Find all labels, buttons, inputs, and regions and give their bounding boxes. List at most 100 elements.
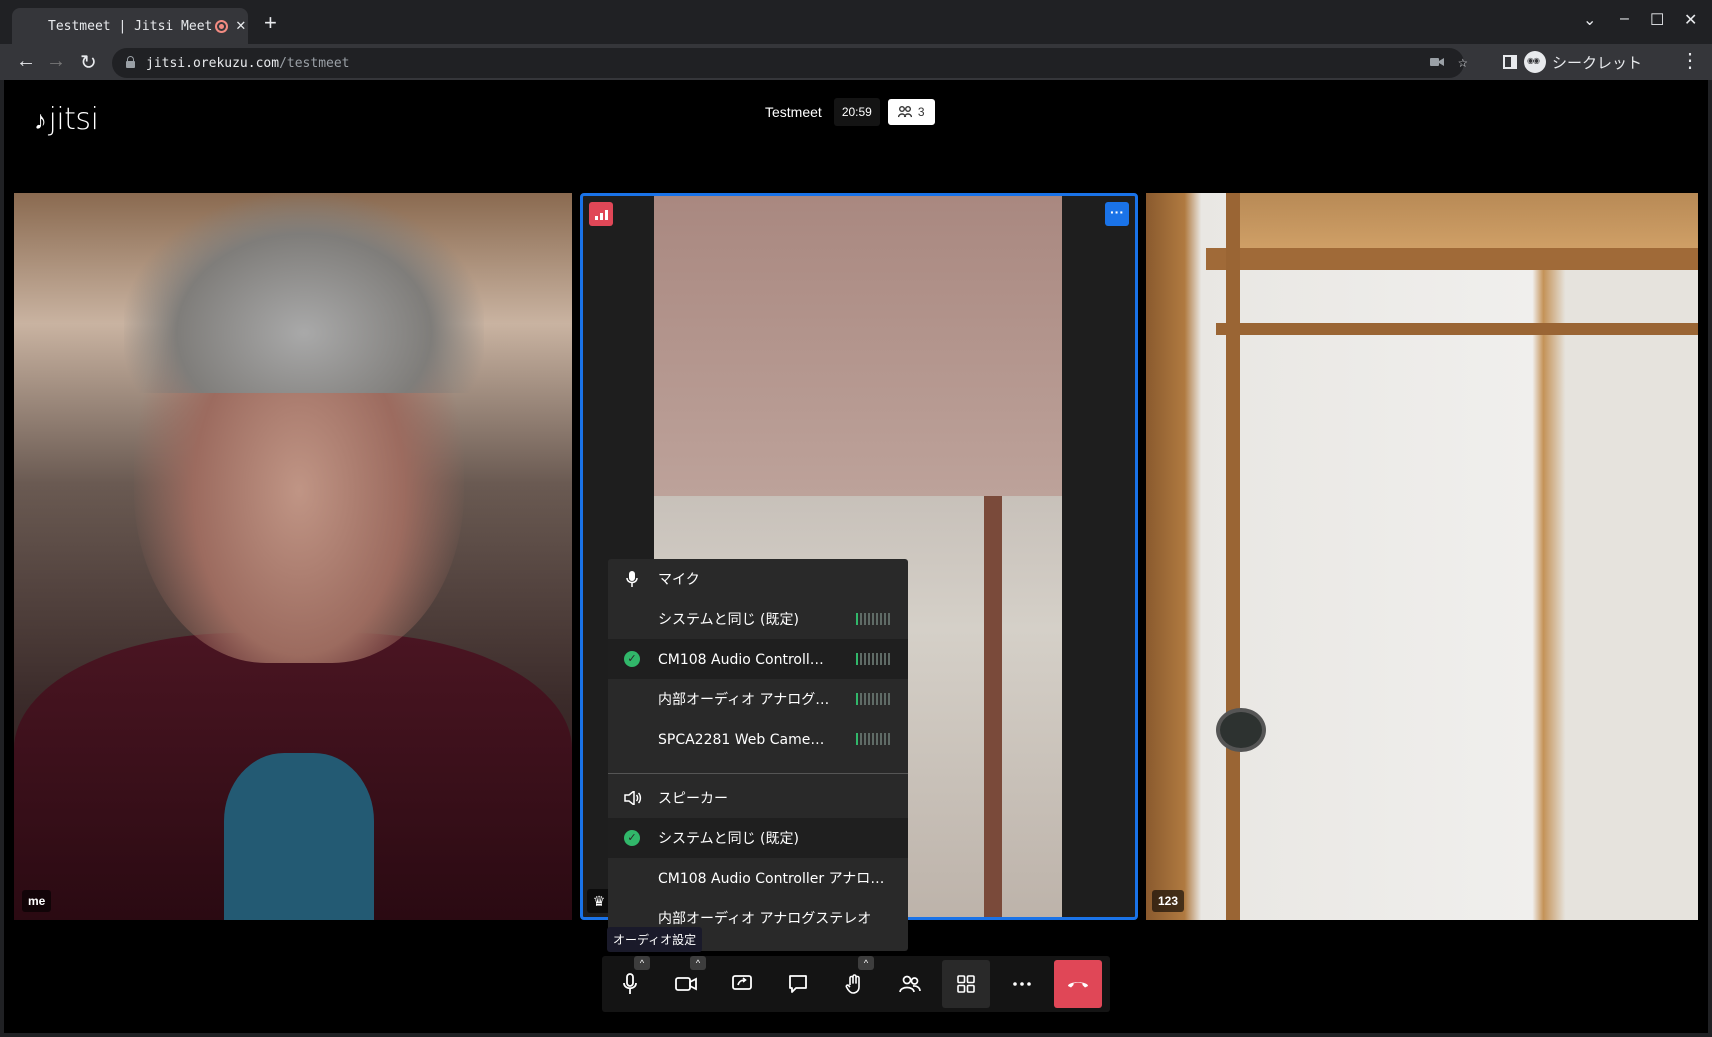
video-feed-ceiling bbox=[1226, 193, 1698, 248]
video-feed-post bbox=[1226, 193, 1240, 920]
audio-settings-tooltip: オーディオ設定 bbox=[607, 927, 703, 952]
back-button[interactable]: ← bbox=[16, 50, 36, 73]
more-actions-button[interactable] bbox=[998, 960, 1046, 1008]
reactions-caret-button[interactable]: ^ bbox=[858, 956, 874, 970]
video-feed-ceiling bbox=[654, 196, 1062, 496]
microphone-header-label: マイク bbox=[658, 572, 700, 588]
mic-device-item[interactable]: システムと同じ (既定) bbox=[608, 599, 908, 639]
selected-check-icon: ✓ bbox=[624, 830, 640, 846]
browser-tabbar: Testmeet | Jitsi Meet ✕ + ⌄ – ☐ ✕ bbox=[0, 0, 1712, 44]
speaker-device-name: CM108 Audio Controller アナログステレオ bbox=[658, 871, 898, 887]
participant-count: 3 bbox=[917, 105, 925, 119]
speaker-device-name: 内部オーディオ アナログステレオ bbox=[658, 911, 872, 927]
screen-share-button[interactable] bbox=[718, 960, 766, 1008]
chat-icon bbox=[789, 974, 807, 993]
close-window-button[interactable]: ✕ bbox=[1684, 10, 1697, 30]
speaker-icon bbox=[624, 791, 642, 805]
video-tile-local[interactable]: me bbox=[14, 193, 572, 920]
participant-count-badge[interactable]: 3 bbox=[887, 99, 935, 125]
tile-name-label: 123 bbox=[1152, 890, 1185, 912]
microphone-section-header: マイク bbox=[608, 559, 908, 599]
chat-button[interactable] bbox=[774, 960, 822, 1008]
incognito-badge[interactable]: シークレット bbox=[1524, 49, 1642, 75]
audio-level-meter bbox=[856, 613, 890, 625]
video-tile-remote[interactable]: 123 bbox=[1146, 193, 1698, 920]
video-feed-rail bbox=[1216, 323, 1698, 335]
tab-close-button[interactable]: ✕ bbox=[236, 15, 246, 34]
url-host: jitsi.orekuzu.com bbox=[146, 55, 280, 71]
browser-toolbar: ← → ↻ jitsi.orekuzu.com/testmeet ☆ シークレッ… bbox=[0, 44, 1712, 80]
mic-device-name: システムと同じ (既定) bbox=[658, 612, 799, 628]
tab-title: Testmeet | Jitsi Meet bbox=[48, 18, 213, 34]
logo-text: jitsi bbox=[48, 102, 99, 137]
video-feed-door-pull bbox=[1216, 708, 1266, 752]
selected-check-icon: ✓ bbox=[624, 651, 640, 667]
audio-settings-caret-button[interactable]: ^ bbox=[634, 956, 650, 970]
jitsi-logo-icon: ♪ bbox=[34, 106, 47, 136]
browser-tab[interactable]: Testmeet | Jitsi Meet ✕ bbox=[12, 8, 248, 44]
mic-device-item-selected[interactable]: ✓ CM108 Audio Controller アナログステレオ bbox=[608, 639, 908, 679]
meeting-subject: Testmeet bbox=[765, 104, 822, 120]
incognito-label: シークレット bbox=[1552, 53, 1643, 72]
participants-button[interactable] bbox=[886, 960, 934, 1008]
audio-level-meter bbox=[856, 693, 890, 705]
hangup-button[interactable] bbox=[1054, 960, 1102, 1008]
jitsi-logo[interactable]: ♪jitsi bbox=[34, 102, 99, 137]
meeting-toolbox: ^ ^ ^ bbox=[602, 956, 1110, 1012]
audio-settings-menu: マイク システムと同じ (既定) ✓ CM108 Audio Controlle… bbox=[608, 559, 908, 951]
audio-level-meter bbox=[856, 653, 890, 665]
url-path: /testmeet bbox=[279, 55, 350, 71]
video-feed-post bbox=[984, 496, 1002, 917]
tile-more-options-button[interactable]: ··· bbox=[1105, 202, 1129, 226]
screen-share-icon bbox=[732, 975, 752, 990]
bookmark-star-icon[interactable]: ☆ bbox=[1458, 52, 1468, 71]
jitsi-page: ♪jitsi Testmeet 20:59 3 me ··· ♛ 123 マイク… bbox=[4, 80, 1708, 1033]
conference-info: Testmeet 20:59 3 bbox=[755, 97, 935, 127]
maximize-button[interactable]: ☐ bbox=[1650, 10, 1664, 30]
speaker-header-label: スピーカー bbox=[658, 791, 728, 807]
tile-view-button[interactable] bbox=[942, 960, 990, 1008]
lock-icon bbox=[126, 56, 135, 68]
speaker-device-item-selected[interactable]: ✓ システムと同じ (既定) bbox=[608, 818, 908, 858]
speaker-section-header: スピーカー bbox=[608, 778, 908, 818]
mic-device-name: SPCA2281 Web Camera アナログステレオ bbox=[658, 732, 830, 748]
video-feed-shirt bbox=[224, 753, 374, 920]
participants-icon bbox=[897, 106, 912, 118]
reload-button[interactable]: ↻ bbox=[80, 50, 97, 75]
video-feed-hair bbox=[124, 193, 484, 393]
video-settings-caret-button[interactable]: ^ bbox=[690, 956, 706, 970]
minimize-button[interactable]: – bbox=[1620, 10, 1629, 28]
incognito-icon bbox=[1524, 51, 1546, 73]
new-tab-button[interactable]: + bbox=[264, 10, 277, 36]
forward-button[interactable]: → bbox=[46, 50, 66, 73]
camera-icon bbox=[675, 977, 697, 991]
participants-icon bbox=[899, 975, 921, 993]
more-actions-icon bbox=[1013, 982, 1031, 986]
mic-device-name: CM108 Audio Controller アナログステレオ bbox=[658, 652, 830, 668]
camera-in-use-icon[interactable] bbox=[1430, 56, 1444, 68]
hangup-phone-icon bbox=[1068, 982, 1088, 988]
address-bar[interactable]: jitsi.orekuzu.com/testmeet ☆ bbox=[112, 48, 1468, 78]
audio-level-meter bbox=[856, 733, 890, 745]
camera-button[interactable]: ^ bbox=[662, 956, 710, 1008]
microphone-icon bbox=[626, 571, 638, 587]
tab-search-chevron-icon[interactable]: ⌄ bbox=[1583, 10, 1596, 30]
raise-hand-button[interactable]: ^ bbox=[830, 956, 878, 1008]
microphone-icon bbox=[623, 973, 637, 994]
microphone-button[interactable]: ^ bbox=[606, 956, 654, 1008]
connection-quality-icon[interactable] bbox=[589, 202, 613, 226]
menu-divider bbox=[608, 773, 908, 774]
speaker-device-name: システムと同じ (既定) bbox=[658, 831, 799, 847]
browser-menu-icon[interactable]: ⋮ bbox=[1680, 48, 1700, 73]
tile-name-label: me bbox=[22, 890, 52, 912]
raise-hand-icon bbox=[845, 974, 860, 994]
recording-indicator-icon bbox=[215, 20, 228, 33]
speaker-device-item[interactable]: CM108 Audio Controller アナログステレオ bbox=[608, 858, 908, 898]
meeting-timer: 20:59 bbox=[833, 98, 880, 126]
mic-device-name: 内部オーディオ アナログステレオ bbox=[658, 692, 830, 708]
tile-view-icon bbox=[957, 975, 975, 993]
video-feed-beam bbox=[1206, 248, 1698, 270]
mic-device-item[interactable]: SPCA2281 Web Camera アナログステレオ bbox=[608, 719, 908, 759]
mic-device-item[interactable]: 内部オーディオ アナログステレオ bbox=[608, 679, 908, 719]
side-panel-icon[interactable] bbox=[1503, 55, 1517, 69]
